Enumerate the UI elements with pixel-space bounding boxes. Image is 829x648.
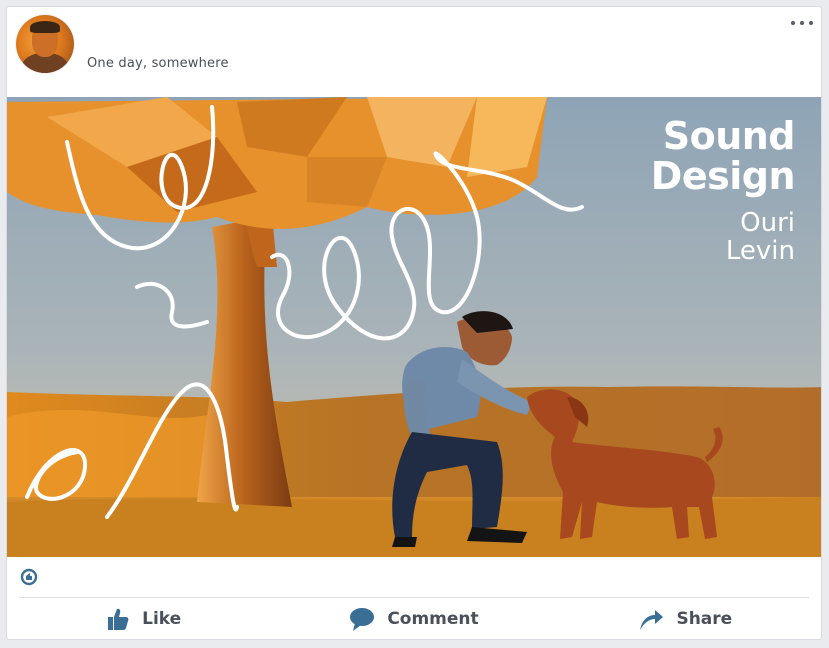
share-button[interactable]: Share xyxy=(550,599,821,639)
media-author: Ouri Levin xyxy=(725,208,795,266)
action-divider xyxy=(19,597,809,598)
post-actions: Like Comment Share xyxy=(7,599,821,639)
share-arrow-icon xyxy=(640,610,664,630)
comment-label: Comment xyxy=(387,609,479,629)
share-label: Share xyxy=(676,609,733,629)
like-reaction-icon[interactable] xyxy=(20,568,38,586)
post-image[interactable]: Sound Design Ouri Levin xyxy=(7,97,821,557)
like-button[interactable]: Like xyxy=(7,599,278,639)
avatar-hair xyxy=(30,21,60,33)
like-label: Like xyxy=(142,609,182,629)
post-card: One day, somewhere Sound Design Ouri Lev… xyxy=(6,6,822,640)
user-avatar[interactable] xyxy=(16,15,74,73)
more-options-icon[interactable] xyxy=(791,17,813,29)
comment-button[interactable]: Comment xyxy=(278,599,549,639)
thumbs-up-icon xyxy=(108,608,129,630)
speech-bubble-icon xyxy=(350,608,375,631)
media-title: Sound Design xyxy=(650,114,796,198)
post-caption: One day, somewhere xyxy=(87,56,229,71)
